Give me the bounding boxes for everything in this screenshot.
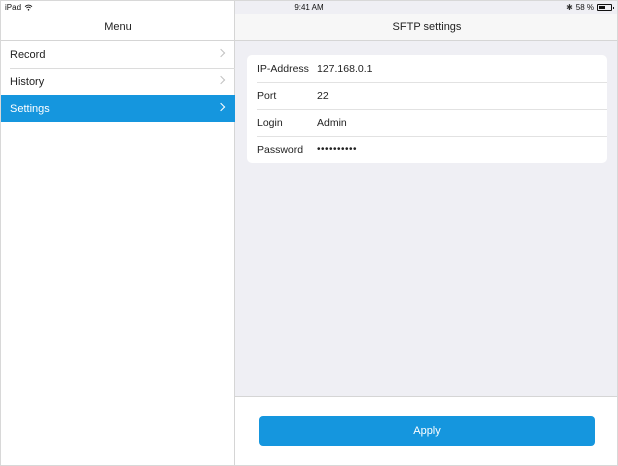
detail-pane: SFTP settings IP-Address 127.168.0.1 Por… [235,1,617,465]
menu-item-settings[interactable]: Settings [1,95,235,122]
detail-header: SFTP settings [235,14,617,41]
status-bar: iPad 9:41 AM ✱ 58 % [1,1,617,14]
chevron-right-icon [216,48,226,58]
menu-item-history[interactable]: History [1,68,235,95]
port-row[interactable]: Port 22 [247,82,607,109]
port-label: Port [257,89,277,102]
password-field[interactable]: •••••••••• [317,144,357,155]
menu-item-record[interactable]: Record [1,41,235,68]
battery-level-fill [599,6,606,9]
menu-item-label: Record [10,48,46,61]
chevron-right-icon [216,102,226,112]
apply-button[interactable]: Apply [259,416,595,446]
ip-address-field[interactable]: 127.168.0.1 [317,63,372,75]
apply-button-label: Apply [413,425,441,437]
status-time: 9:41 AM [294,3,324,12]
menu-list: Record History Settings [1,41,235,122]
login-row[interactable]: Login Admin [247,109,607,136]
menu-pane: Menu Record History Settings [1,1,235,465]
battery-percent: 58 % [575,3,594,12]
port-field[interactable]: 22 [317,90,329,102]
status-bar-right: ✱ 58 % [566,3,614,12]
menu-item-label: History [10,75,45,88]
ip-address-row[interactable]: IP-Address 127.168.0.1 [247,55,607,82]
sftp-settings-card: IP-Address 127.168.0.1 Port 22 Login Adm… [247,55,607,163]
password-label: Password [257,143,304,156]
battery-icon [597,4,614,11]
chevron-right-icon [216,75,226,85]
login-label: Login [257,116,283,129]
ip-address-label: IP-Address [257,62,309,75]
app-frame: Menu Record History Settings SFTP settin… [0,0,618,466]
menu-title: Menu [104,21,132,33]
footer-bar: Apply [235,396,617,465]
login-field[interactable]: Admin [317,117,347,129]
detail-title: SFTP settings [392,21,462,33]
password-row[interactable]: Password •••••••••• [247,136,607,163]
menu-header: Menu [1,14,235,41]
menu-item-label: Settings [10,102,50,115]
bluetooth-icon: ✱ [566,3,573,12]
